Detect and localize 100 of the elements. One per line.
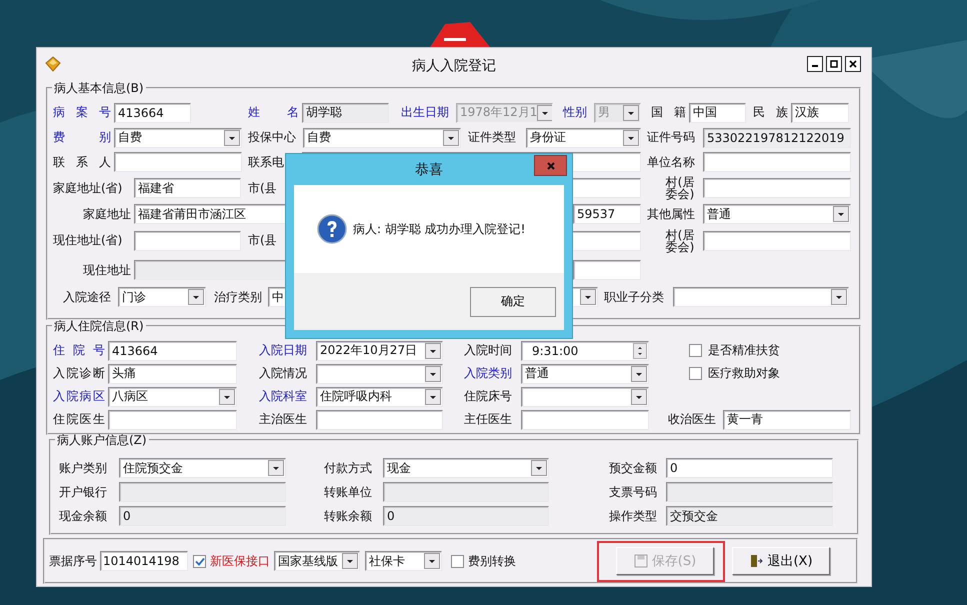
dropdown[interactable]: 国家基线版	[274, 551, 360, 571]
checkbox[interactable]	[193, 554, 206, 568]
field-label: 投保中心	[248, 129, 297, 146]
text-field[interactable]: 头痛	[108, 364, 237, 384]
text-field[interactable]: 533022197812122019	[703, 128, 851, 148]
dropdown[interactable]: 普通	[521, 364, 649, 384]
ok-button[interactable]: 确定	[470, 286, 556, 316]
dropdown[interactable]: 身份证	[526, 128, 641, 148]
text-field[interactable]: 0	[119, 506, 286, 526]
text-field[interactable]: 0	[666, 458, 833, 478]
dropdown[interactable]	[521, 386, 649, 406]
text-field[interactable]	[703, 230, 851, 250]
field-label: 主治医生	[259, 411, 308, 428]
field-label: 其他属性	[647, 206, 696, 222]
field-label: 转账单位	[324, 484, 373, 500]
field-label: 国 籍	[651, 104, 687, 121]
text-field[interactable]	[114, 152, 242, 172]
checkbox[interactable]	[689, 344, 702, 357]
field-label: 入院类别	[464, 365, 513, 382]
dropdown[interactable]: 住院呼吸内科	[316, 386, 443, 406]
dropdown[interactable]: 门诊	[118, 287, 206, 307]
minimize-button[interactable]	[807, 56, 823, 72]
field-label: 支票号码	[609, 484, 658, 500]
dropdown[interactable]: 普通	[703, 204, 851, 224]
text-field[interactable]	[703, 178, 851, 198]
field-label: 联系电	[248, 154, 285, 170]
field-label: 家庭地址	[82, 206, 132, 222]
close-button[interactable]	[845, 56, 861, 72]
field-label: 现住地址(省)	[53, 232, 124, 249]
dropdown[interactable]: 社保卡	[365, 551, 442, 571]
field-label: 入院情况	[259, 365, 308, 382]
field-label: 病 案 号	[53, 104, 112, 121]
field-label: 职业子分类	[604, 288, 665, 306]
field-label: 转账余额	[324, 508, 373, 524]
text-field[interactable]: 413664	[114, 102, 191, 122]
field-label: 住院医生	[53, 411, 106, 428]
text-field[interactable]	[666, 482, 833, 502]
dropdown[interactable]	[673, 287, 849, 307]
dropdown[interactable]	[316, 364, 443, 384]
time-field[interactable]: 9:31:00	[521, 340, 649, 360]
text-field[interactable]	[573, 260, 641, 280]
text-field[interactable]: 交预交金	[666, 506, 833, 526]
dropdown[interactable]: 住院预交金	[119, 458, 286, 478]
field-label: 联 系 人	[53, 154, 112, 170]
exit-button[interactable]: 退出(X)	[732, 547, 830, 575]
dropdown[interactable]: 八病区	[108, 386, 237, 406]
field-label: 家庭地址(省)	[53, 180, 124, 196]
text-field[interactable]: 1014014198	[100, 551, 188, 571]
text-field[interactable]	[134, 230, 241, 250]
dropdown[interactable]: 自费	[114, 128, 242, 148]
text-field[interactable]: 59537	[573, 204, 641, 224]
app-icon	[45, 56, 61, 72]
text-field[interactable]: 黄一青	[723, 410, 851, 430]
text-field[interactable]	[119, 482, 286, 502]
field-label: 证件号码	[647, 129, 696, 146]
field-label: 操作类型	[609, 508, 658, 524]
field-label: 单位名称	[647, 154, 696, 170]
text-field[interactable]	[521, 410, 649, 430]
text-field[interactable]	[108, 410, 237, 430]
checkbox-label: 新医保接口	[210, 552, 270, 570]
field-label: 现金余额	[59, 508, 108, 524]
spinner-icon	[633, 342, 647, 358]
text-field[interactable]: 胡学聪	[302, 102, 389, 122]
group-title: 病人住院信息(R)	[53, 318, 145, 334]
group-title: 病人账户信息(Z)	[56, 432, 148, 448]
close-icon	[849, 60, 857, 68]
dropdown[interactable]: 现金	[383, 458, 549, 478]
field-label: 预交金额	[609, 460, 658, 476]
dialog-title: 恭喜	[415, 160, 443, 178]
checkbox-label: 医疗救助对象	[708, 365, 780, 382]
field-label: 性别	[563, 104, 588, 121]
checkbox[interactable]	[689, 367, 702, 380]
text-field[interactable]: 汉族	[791, 102, 849, 122]
field-label: 治疗类别	[214, 288, 263, 306]
window-title: 病人入院登记	[412, 58, 496, 74]
field-label: 村(居委会)	[664, 228, 696, 252]
field-label: 主任医生	[464, 411, 513, 428]
text-field[interactable]	[703, 152, 851, 172]
text-field[interactable]: 福建省	[134, 178, 241, 198]
field-label: 住 院 号	[53, 342, 106, 359]
text-field[interactable]	[383, 482, 549, 502]
dropdown[interactable]: 2022年10月27日	[316, 340, 443, 360]
field-label: 入院时间	[464, 342, 513, 359]
text-field[interactable]: 0	[383, 506, 549, 526]
close-icon	[546, 160, 556, 170]
field-label: 市(县	[248, 232, 278, 249]
field-label: 入院途径	[63, 288, 112, 306]
field-label: 收治医生	[668, 411, 717, 428]
field-label: 付款方式	[324, 460, 373, 476]
text-field[interactable]: 413664	[108, 340, 237, 360]
field-label: 入院日期	[259, 342, 308, 359]
dropdown-arrow-icon	[537, 104, 552, 120]
field-label: 入院病区	[53, 388, 106, 405]
field-label: 票据序号	[49, 552, 98, 570]
text-field[interactable]	[316, 410, 443, 430]
field-label: 现住地址	[82, 262, 132, 278]
dropdown[interactable]: 自费	[303, 128, 461, 148]
maximize-button[interactable]	[826, 56, 842, 72]
checkbox[interactable]	[451, 554, 464, 568]
text-field[interactable]: 中国	[689, 102, 746, 122]
